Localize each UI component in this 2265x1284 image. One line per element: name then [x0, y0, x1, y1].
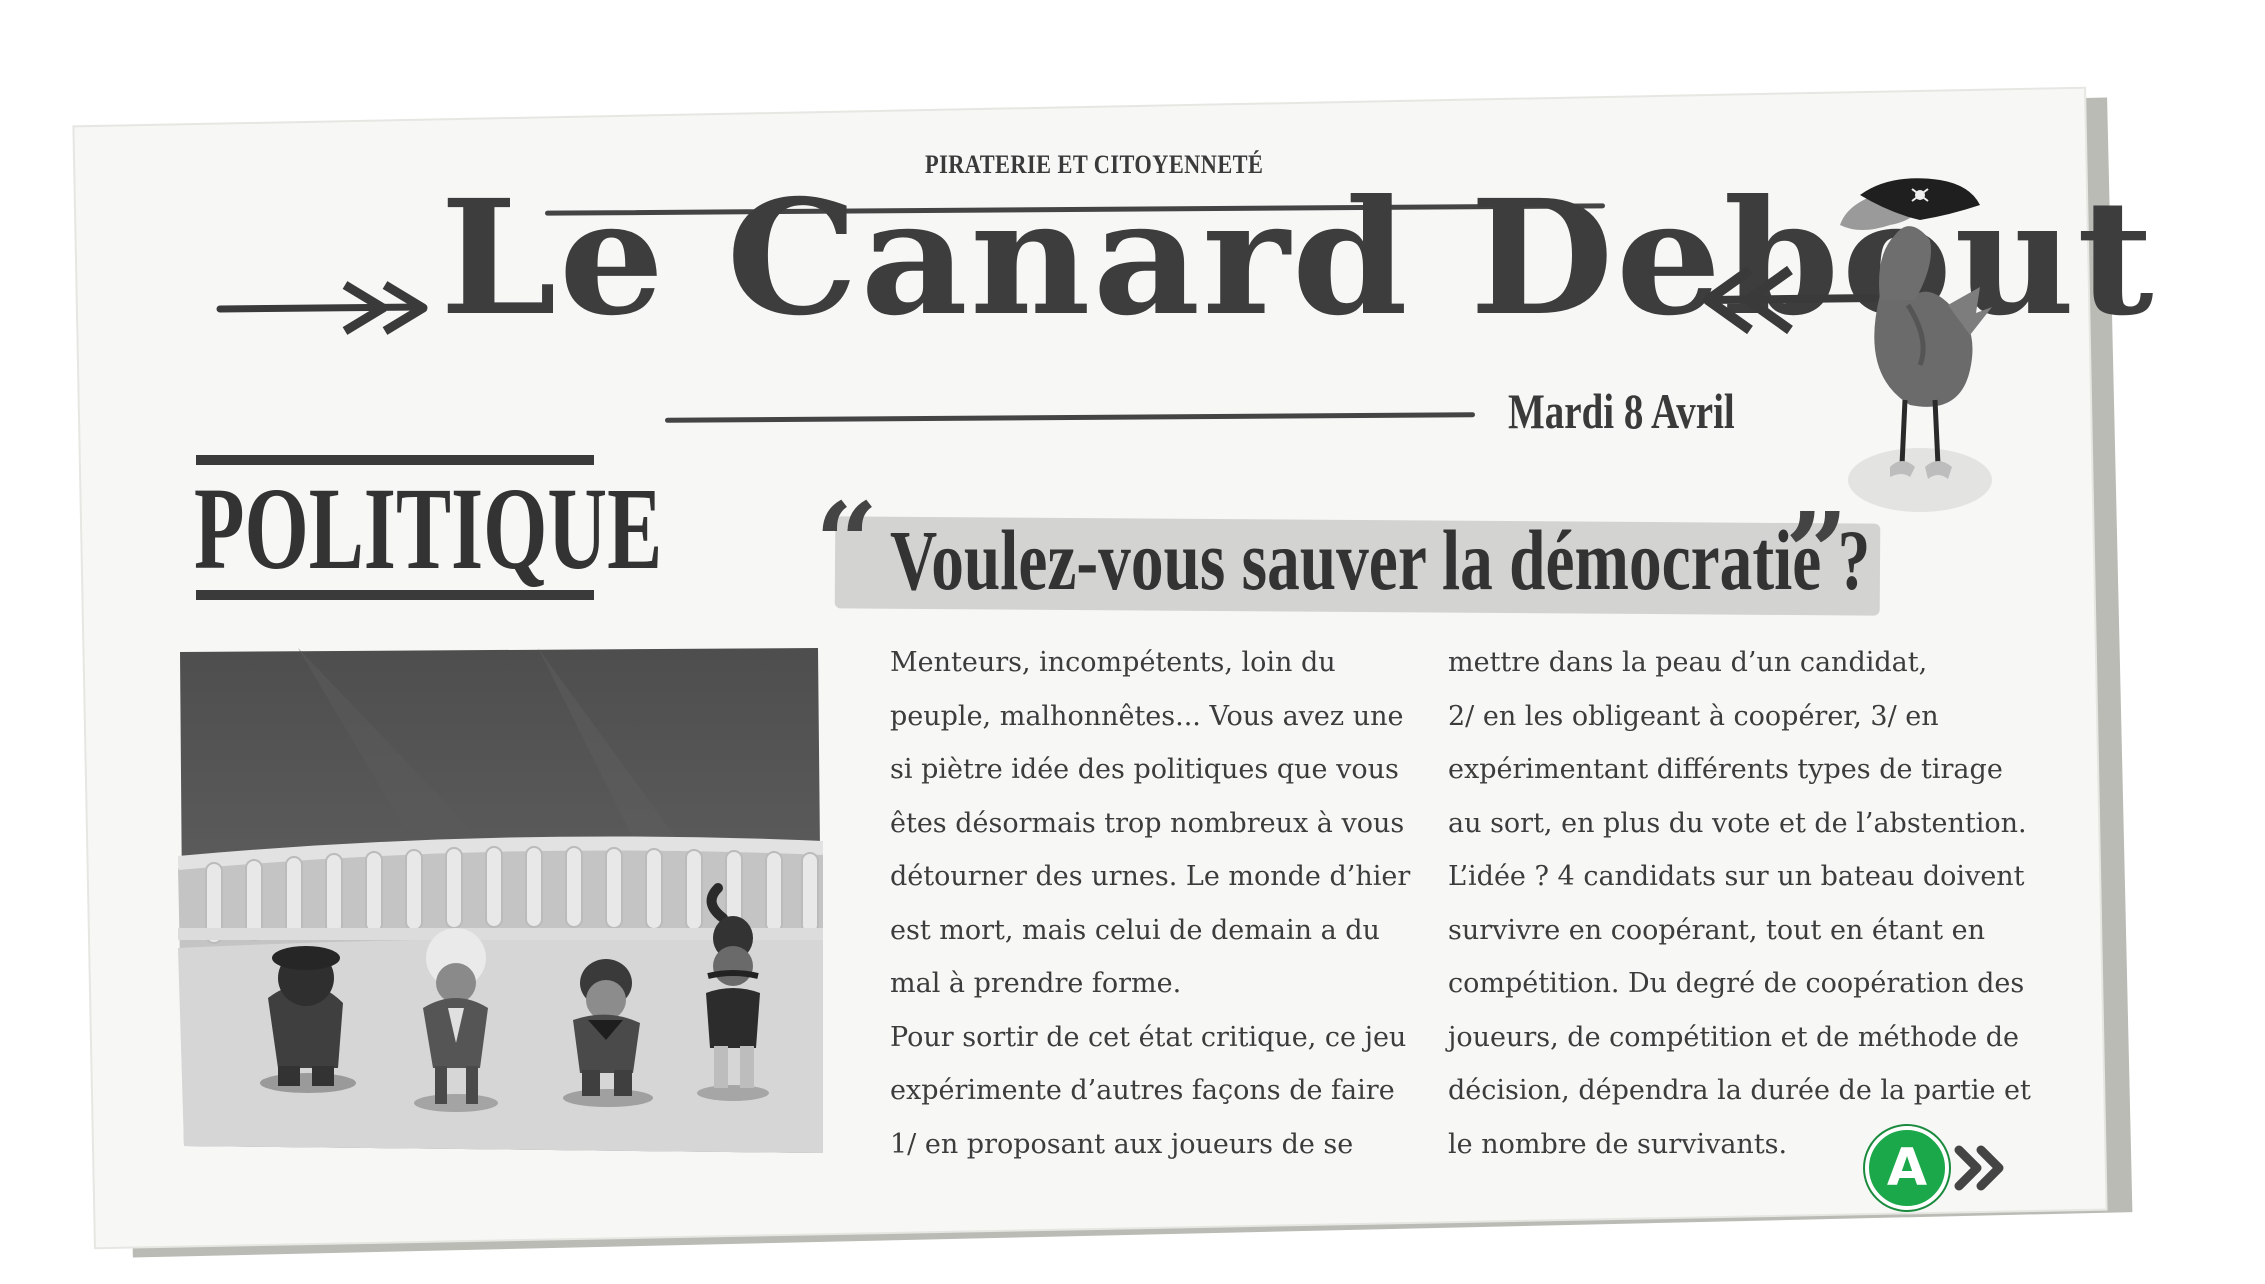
pirate-duck-mascot	[1840, 178, 1992, 512]
article-line: expérimentant différents types de tirage	[1448, 754, 2003, 785]
game-screen: PIRATERIE ET CITOYENNETÉ Le Canard Debou…	[0, 0, 2265, 1284]
article-illustration	[178, 648, 823, 1153]
close-quote: ”	[1785, 488, 1849, 617]
open-quote: “	[815, 478, 879, 607]
article-line: détourner des urnes. Le monde d’hier	[890, 861, 1411, 892]
article-line: expérimente d’autres façons de faire	[890, 1075, 1395, 1106]
article-line: joueurs, de compétition et de méthode de	[1448, 1021, 2020, 1053]
article-line: peuple, malhonnêtes... Vous avez une	[890, 700, 1404, 732]
article-line: si piètre idée des politiques que vous	[890, 754, 1399, 785]
article-line: Pour sortir de cet état critique, ce jeu	[890, 1021, 1407, 1053]
next-page-button[interactable]: A	[1865, 1126, 2015, 1210]
section-title: POLITIQUE	[194, 463, 663, 594]
article-line: au sort, en plus du vote et de l’abstent…	[1448, 807, 2027, 839]
article-line: décision, dépendra la durée de la partie…	[1448, 1075, 2031, 1106]
arrow-right-icon	[216, 281, 428, 335]
section-rule-bottom	[196, 590, 594, 600]
article-line: Menteurs, incompétents, loin du	[890, 647, 1336, 678]
article-line: est mort, mais celui de demain a du	[890, 914, 1380, 946]
a-button-label[interactable]: A	[1865, 1126, 1949, 1210]
article-headline: Voulez-vous sauver la démocratie ?	[890, 512, 1871, 608]
article-line: mal à prendre forme.	[890, 968, 1182, 999]
article-column-1: Menteurs, incompétents, loin du peuple, …	[890, 636, 1450, 1171]
article-line: 2/ en les obligeant à coopérer, 3/ en	[1448, 700, 1939, 732]
article-line: survivre en coopérant, tout en étant en	[1448, 914, 1986, 946]
article-line: 1/ en proposant aux joueurs de se	[890, 1128, 1354, 1160]
double-chevron-right-icon[interactable]	[1953, 1144, 2009, 1192]
article-line: êtes désormais trop nombreux à vous	[890, 807, 1405, 839]
article-column-2: mettre dans la peau d’un candidat, 2/ en…	[1448, 636, 2031, 1171]
article-line: compétition. Du degré de coopération des	[1448, 968, 2025, 999]
article-line: mettre dans la peau d’un candidat,	[1448, 647, 1928, 678]
newspaper-date: Mardi 8 Avril	[1508, 383, 1735, 439]
article-line: L’idée ? 4 candidats sur un bateau doive…	[1448, 861, 2025, 892]
